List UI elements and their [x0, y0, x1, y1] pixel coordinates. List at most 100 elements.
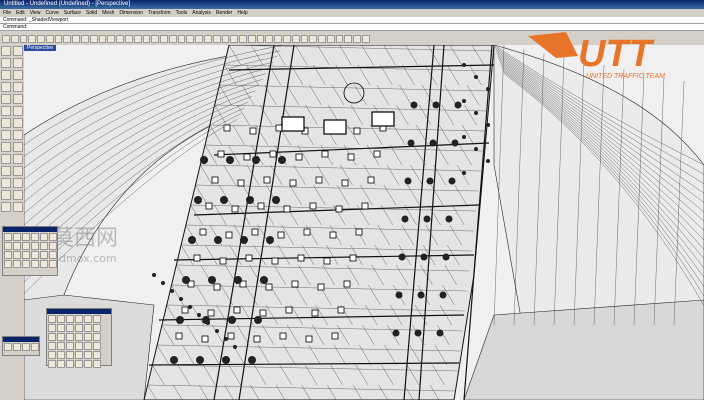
palette2-tool-button-29[interactable]: [84, 351, 92, 359]
toolbar-button-15[interactable]: [124, 35, 133, 43]
toolbar-button-6[interactable]: [45, 35, 54, 43]
toolbar-button-13[interactable]: [107, 35, 116, 43]
toolbar-button-9[interactable]: [72, 35, 81, 43]
palette1-tool-button-2[interactable]: [13, 233, 21, 241]
left-tool-button-13[interactable]: [1, 118, 11, 128]
palette1-tool-button-22[interactable]: [31, 260, 39, 268]
palette1-tool-button-19[interactable]: [4, 260, 12, 268]
toolbar-button-18[interactable]: [151, 35, 160, 43]
menu-item-render[interactable]: Render: [216, 9, 232, 17]
left-tool-button-5[interactable]: [1, 70, 11, 80]
left-tool-button-1[interactable]: [1, 46, 11, 56]
toolbar-button-30[interactable]: [256, 35, 265, 43]
palette2-tool-button-11[interactable]: [84, 324, 92, 332]
palette1-tool-button-7[interactable]: [4, 242, 12, 250]
menu-item-view[interactable]: View: [30, 9, 41, 17]
palette2-tool-button-19[interactable]: [48, 342, 56, 350]
palette2-tool-button-20[interactable]: [57, 342, 65, 350]
left-tool-button-26[interactable]: [13, 190, 23, 200]
palette2-tool-button-3[interactable]: [66, 315, 74, 323]
left-tool-button-9[interactable]: [1, 94, 11, 104]
toolbar-button-28[interactable]: [239, 35, 247, 43]
palette1-tool-button-18[interactable]: [49, 251, 57, 259]
left-tool-button-11[interactable]: [1, 106, 11, 116]
left-tool-button-24[interactable]: [13, 178, 23, 188]
toolbar-button-17[interactable]: [142, 35, 151, 43]
toolbar-button-16[interactable]: [133, 35, 142, 43]
left-tool-button-4[interactable]: [13, 58, 23, 68]
toolbar-button-11[interactable]: [89, 35, 98, 43]
menu-item-tools[interactable]: Tools: [176, 9, 188, 17]
palette1-tool-button-16[interactable]: [31, 251, 39, 259]
palette3-tool-button-4[interactable]: [31, 343, 39, 351]
toolbar-button-4[interactable]: [28, 35, 37, 43]
palette2-tool-button-28[interactable]: [75, 351, 83, 359]
palette2-tool-button-27[interactable]: [66, 351, 74, 359]
left-tool-button-6[interactable]: [13, 70, 23, 80]
toolbar-button-7[interactable]: [54, 35, 63, 43]
menu-item-edit[interactable]: Edit: [16, 9, 25, 17]
toolbar-button-1[interactable]: [2, 35, 10, 43]
palette2-tool-button-13[interactable]: [48, 333, 56, 341]
floating-palette-3[interactable]: [2, 336, 40, 356]
left-tool-button-28[interactable]: [13, 202, 23, 212]
toolbar-button-10[interactable]: [81, 35, 89, 43]
left-tool-button-17[interactable]: [1, 142, 11, 152]
palette2-tool-button-16[interactable]: [75, 333, 83, 341]
toolbar-button-5[interactable]: [37, 35, 45, 43]
floating-palette-2[interactable]: [46, 308, 112, 368]
left-tool-button-8[interactable]: [13, 82, 23, 92]
toolbar-button-23[interactable]: [195, 35, 203, 43]
palette1-tool-button-1[interactable]: [4, 233, 12, 241]
palette2-tool-button-25[interactable]: [48, 351, 56, 359]
toolbar-button-40[interactable]: [344, 35, 353, 43]
palette2-tool-button-21[interactable]: [66, 342, 74, 350]
palette1-tool-button-3[interactable]: [22, 233, 30, 241]
toolbar-button-33[interactable]: [283, 35, 291, 43]
palette2-tool-button-18[interactable]: [93, 333, 101, 341]
palette2-tool-button-5[interactable]: [84, 315, 92, 323]
toolbar-button-38[interactable]: [326, 35, 335, 43]
palette2-tool-button-26[interactable]: [57, 351, 65, 359]
left-tool-button-19[interactable]: [1, 154, 11, 164]
toolbar-button-32[interactable]: [274, 35, 282, 43]
palette2-tool-button-8[interactable]: [57, 324, 65, 332]
palette1-tool-button-11[interactable]: [40, 242, 48, 250]
palette2-tool-button-4[interactable]: [75, 315, 83, 323]
toolbar-button-14[interactable]: [116, 35, 124, 43]
toolbar-button-39[interactable]: [335, 35, 344, 43]
toolbar-button-42[interactable]: [362, 35, 370, 43]
palette1-tool-button-9[interactable]: [22, 242, 30, 250]
toolbar-button-25[interactable]: [212, 35, 221, 43]
left-tool-button-25[interactable]: [1, 190, 11, 200]
palette1-tool-button-20[interactable]: [13, 260, 21, 268]
palette1-tool-button-15[interactable]: [22, 251, 30, 259]
palette2-tool-button-6[interactable]: [93, 315, 101, 323]
palette1-tool-button-17[interactable]: [40, 251, 48, 259]
palette3-tool-button-1[interactable]: [4, 343, 12, 351]
toolbar-button-22[interactable]: [186, 35, 195, 43]
palette2-tool-button-33[interactable]: [66, 360, 74, 368]
palette1-tool-button-21[interactable]: [22, 260, 30, 268]
toolbar-button-19[interactable]: [160, 35, 168, 43]
viewport-label[interactable]: Perspective: [24, 45, 57, 51]
palette2-tool-button-30[interactable]: [93, 351, 101, 359]
palette1-tool-button-8[interactable]: [13, 242, 21, 250]
palette3-tool-button-2[interactable]: [13, 343, 21, 351]
palette2-tool-button-10[interactable]: [75, 324, 83, 332]
toolbar-button-21[interactable]: [177, 35, 186, 43]
palette1-tool-button-13[interactable]: [4, 251, 12, 259]
toolbar-button-3[interactable]: [19, 35, 28, 43]
toolbar-button-36[interactable]: [309, 35, 318, 43]
left-tool-button-14[interactable]: [13, 118, 23, 128]
palette2-tool-button-12[interactable]: [93, 324, 101, 332]
toolbar-button-2[interactable]: [10, 35, 19, 43]
menu-item-curve[interactable]: Curve: [45, 9, 58, 17]
menu-item-dimension[interactable]: Dimension: [119, 9, 143, 17]
palette2-tool-button-32[interactable]: [57, 360, 65, 368]
palette2-tool-button-36[interactable]: [93, 360, 101, 368]
left-tool-button-22[interactable]: [13, 166, 23, 176]
left-tool-button-23[interactable]: [1, 178, 11, 188]
left-tool-button-27[interactable]: [1, 202, 11, 212]
left-tool-button-3[interactable]: [1, 58, 11, 68]
